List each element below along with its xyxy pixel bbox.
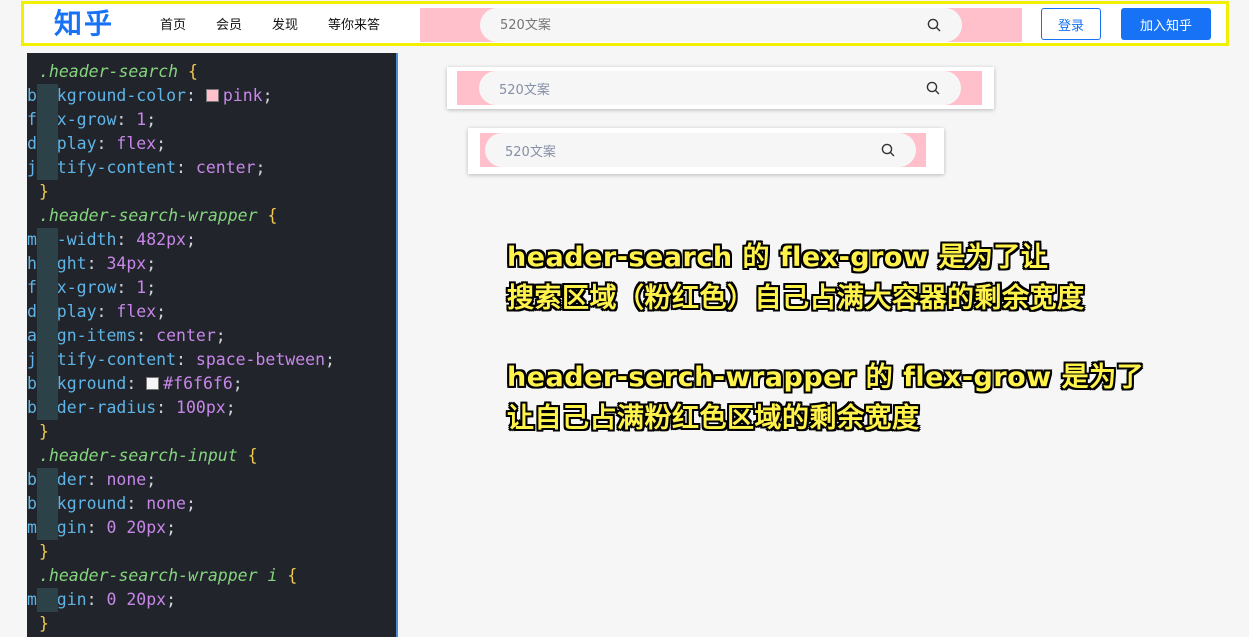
code-selector-line: .header-search-wrapper i { [39, 564, 297, 588]
indent-guide [37, 276, 58, 300]
css-value: 100px [176, 398, 226, 417]
code-declaration-line: flex-grow: 1; [27, 276, 156, 300]
css-value: pink [222, 86, 263, 105]
css-value: flex [116, 302, 157, 321]
css-value: 0 20px [106, 518, 167, 537]
open-brace: { [257, 206, 278, 225]
code-declaration-line: align-items: center; [27, 324, 226, 348]
zhihu-header: 知乎 首页 会员 发现 等你来答 登录 加入知乎 [21, 1, 1229, 46]
css-value: none [146, 494, 186, 513]
annotation-line: header-serch-wrapper 的 flex-grow 是为了 [507, 362, 1145, 393]
demo-search-wrapper: 520文案 [479, 71, 961, 105]
css-selector: .header-search [39, 62, 179, 81]
indent-guide [37, 468, 58, 492]
css-value: center [156, 326, 216, 345]
open-brace: { [178, 62, 198, 81]
code-declaration-line: max-width: 482px; [27, 228, 196, 252]
code-declaration-line: background-color: pink; [27, 84, 273, 108]
css-selector: .header-search-wrapper i [39, 566, 278, 585]
close-brace: } [39, 614, 49, 633]
annotation-line: 搜索区域（粉红色）自己占满大容器的剩余宽度 [507, 283, 1085, 314]
indent-guide [37, 372, 58, 396]
demo-header-search: 520文案 [457, 71, 982, 105]
demo-header-search: 520文案 [480, 133, 926, 167]
code-declaration-line: margin: 0 20px; [27, 516, 176, 540]
code-declaration-line: background: none; [27, 492, 196, 516]
indent-guide [37, 84, 58, 108]
demo-search-placeholder[interactable]: 520文案 [499, 79, 550, 98]
code-close-line: } [39, 540, 49, 564]
code-declaration-line: justify-content: space-between; [27, 348, 335, 372]
header-search-input[interactable] [500, 17, 700, 33]
css-value: #f6f6f6 [163, 374, 233, 393]
code-close-line: } [39, 180, 49, 204]
css-value: 0 20px [106, 590, 167, 609]
header-search-wrapper [480, 8, 962, 42]
code-selector-line: .header-search-wrapper { [39, 204, 277, 228]
zhihu-logo[interactable]: 知乎 [54, 4, 114, 43]
code-declaration-line: height: 34px; [27, 252, 156, 276]
css-value: 1 [136, 278, 147, 297]
search-demo-narrow: 520文案 [468, 128, 944, 174]
css-selector: .header-search-input [39, 446, 238, 465]
nav-item-waiting[interactable]: 等你来答 [328, 14, 380, 33]
css-value: space-between [195, 350, 326, 369]
code-declaration-line: border: none; [27, 468, 156, 492]
indent-guide [37, 516, 58, 540]
demo-search-wrapper: 520文案 [485, 133, 916, 167]
join-button[interactable]: 加入知乎 [1121, 8, 1211, 40]
code-declaration-line: border-radius: 100px; [27, 396, 236, 420]
css-value: flex [116, 134, 157, 153]
login-button[interactable]: 登录 [1041, 8, 1101, 40]
code-selector-line: .header-search-input { [39, 444, 258, 468]
nav-item-member[interactable]: 会员 [216, 14, 242, 33]
open-brace: { [277, 566, 298, 585]
color-swatch [146, 377, 160, 390]
annotation-line: header-search 的 flex-grow 是为了让 [507, 242, 1049, 273]
indent-guide [37, 492, 58, 516]
search-icon[interactable] [926, 17, 942, 33]
header-search [420, 8, 1022, 42]
code-close-line: } [39, 612, 49, 636]
code-declaration-line: display: flex; [27, 132, 166, 156]
close-brace: } [39, 542, 49, 561]
open-brace: { [237, 446, 258, 465]
annotation-line: 让自己占满粉红色区域的剩余宽度 [507, 403, 920, 434]
css-value: 34px [106, 254, 147, 273]
search-icon[interactable] [925, 80, 941, 96]
code-declaration-line: justify-content: center; [27, 156, 265, 180]
code-declaration-line: flex-grow: 1; [27, 108, 156, 132]
indent-guide [37, 108, 58, 132]
search-icon[interactable] [880, 142, 896, 158]
indent-guide [37, 588, 58, 612]
indent-guide [37, 132, 58, 156]
code-declaration-line: display: flex; [27, 300, 166, 324]
indent-guide [37, 348, 58, 372]
indent-guide [37, 300, 58, 324]
code-editor: .header-search {background-color: pink; f… [27, 53, 398, 637]
indent-guide [37, 156, 58, 180]
indent-guide [37, 324, 58, 348]
code-selector-line: .header-search { [39, 60, 198, 84]
code-declaration-line: margin: 0 20px; [27, 588, 176, 612]
code-close-line: } [39, 420, 49, 444]
css-value: 482px [136, 230, 186, 249]
css-value: 1 [136, 110, 147, 129]
css-value: none [106, 470, 147, 489]
indent-guide [37, 396, 58, 420]
nav-item-discover[interactable]: 发现 [272, 14, 298, 33]
search-demo-wide: 520文案 [447, 67, 994, 109]
indent-guide [37, 252, 58, 276]
demo-search-placeholder[interactable]: 520文案 [505, 141, 556, 160]
header-nav: 首页 会员 发现 等你来答 [160, 4, 410, 43]
color-swatch [205, 89, 219, 102]
css-value: center [195, 158, 256, 177]
code-declaration-line: background: #f6f6f6; [27, 372, 243, 396]
close-brace: } [39, 422, 49, 441]
close-brace: } [39, 182, 49, 201]
nav-item-home[interactable]: 首页 [160, 14, 186, 33]
css-selector: .header-search-wrapper [39, 206, 258, 225]
indent-guide [37, 228, 58, 252]
